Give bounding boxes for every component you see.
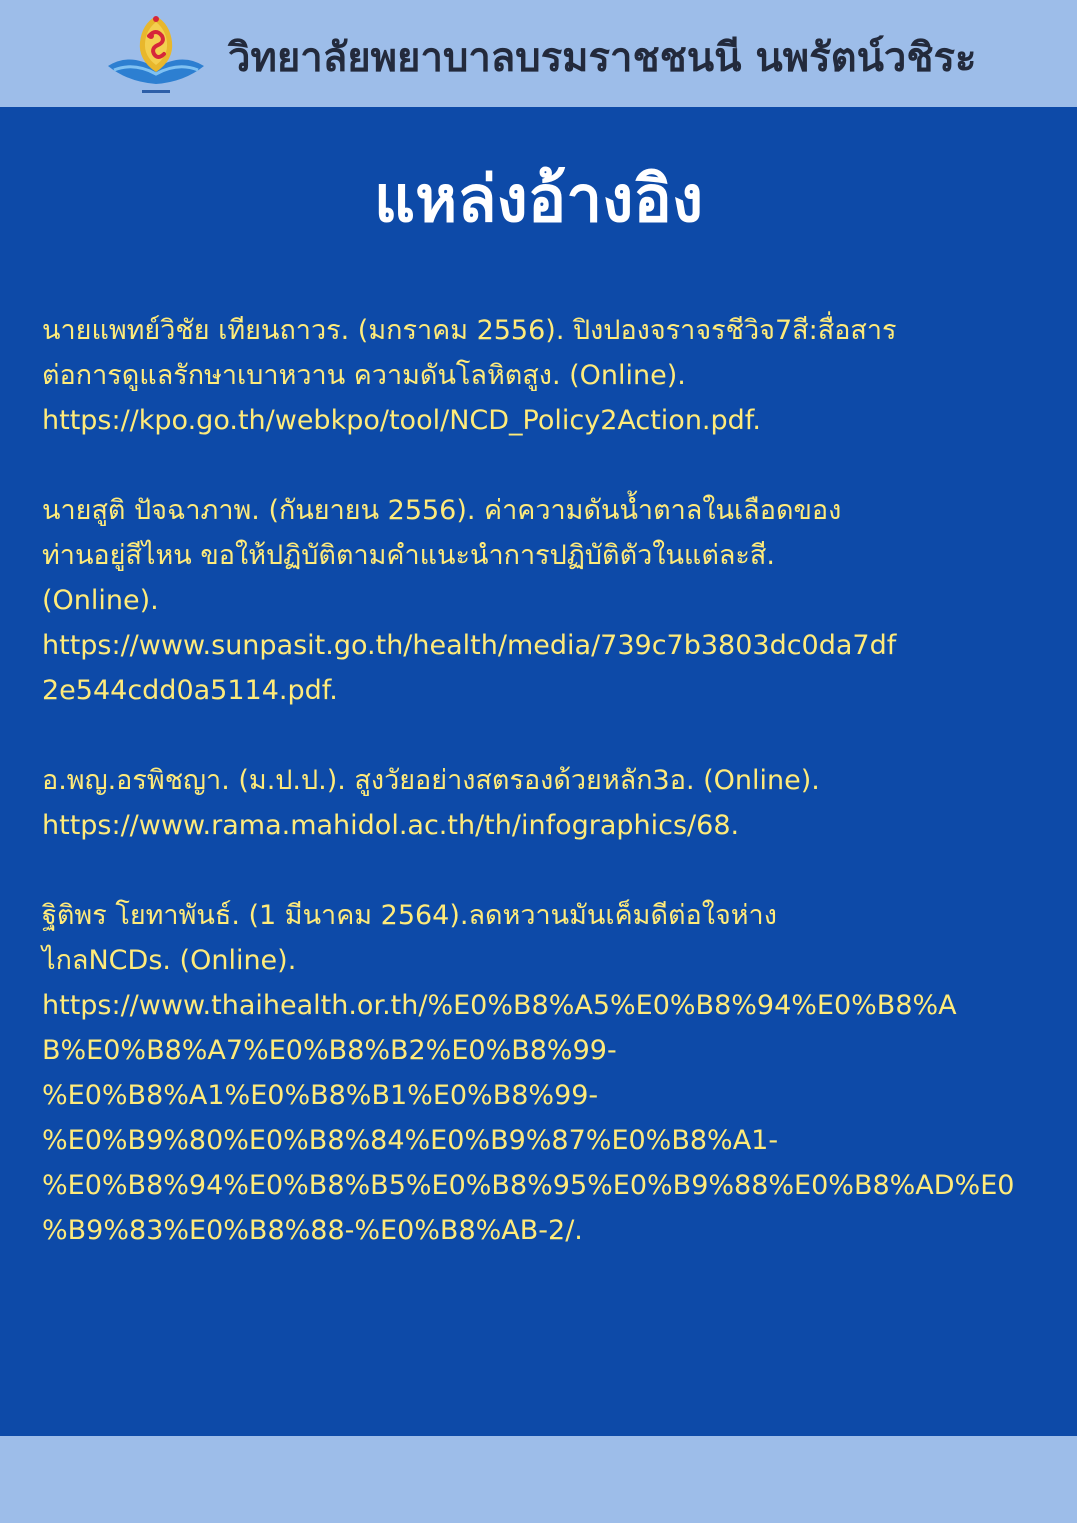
- reference-url[interactable]: https://www.sunpasit.go.th/health/media/…: [42, 623, 1037, 668]
- reference-item: นายสูติ ปัจฉาภาพ. (กันยายน 2556). ค่าควา…: [42, 488, 1037, 713]
- college-emblem-icon: [104, 12, 208, 102]
- header-bar: วิทยาลัยพยาบาลบรมราชชนนี นพรัตน์วชิระ: [0, 0, 1077, 107]
- reference-line: นายแพทย์วิชัย เทียนถาวร. (มกราคม 2556). …: [42, 315, 897, 346]
- reference-url[interactable]: B%E0%B8%A7%E0%B8%B2%E0%B8%99-: [42, 1028, 1037, 1073]
- reference-url[interactable]: https://www.thaihealth.or.th/%E0%B8%A5%E…: [42, 983, 1037, 1028]
- reference-line: ต่อการดูแลรักษาเบาหวาน ความดันโลหิตสูง. …: [42, 360, 686, 391]
- reference-url[interactable]: 2e544cdd0a5114.pdf.: [42, 668, 1037, 713]
- reference-url[interactable]: %E0%B8%94%E0%B8%B5%E0%B8%95%E0%B9%88%E0%…: [42, 1163, 1037, 1208]
- reference-list: นายแพทย์วิชัย เทียนถาวร. (มกราคม 2556). …: [42, 308, 1037, 1298]
- reference-url[interactable]: https://kpo.go.th/webkpo/tool/NCD_Policy…: [42, 398, 1037, 443]
- reference-item: อ.พญ.อรพิชญา. (ม.ป.ป.). สูงวัยอย่างสตรอง…: [42, 758, 1037, 848]
- reference-line: อ.พญ.อรพิชญา. (ม.ป.ป.). สูงวัยอย่างสตรอง…: [42, 765, 820, 796]
- page-title: แหล่งอ้างอิง: [373, 163, 704, 237]
- reference-item: ฐิติพร โยทาพันธ์. (1 มีนาคม 2564).ลดหวาน…: [42, 893, 1037, 1253]
- college-name: วิทยาลัยพยาบาลบรมราชชนนี นพรัตน์วชิระ: [228, 35, 977, 81]
- reference-url[interactable]: %E0%B8%A1%E0%B8%B1%E0%B8%99-: [42, 1073, 1037, 1118]
- reference-url[interactable]: https://www.rama.mahidol.ac.th/th/infogr…: [42, 803, 1037, 848]
- reference-item: นายแพทย์วิชัย เทียนถาวร. (มกราคม 2556). …: [42, 308, 1037, 443]
- reference-line: (Online).: [42, 585, 159, 616]
- reference-line: นายสูติ ปัจฉาภาพ. (กันยายน 2556). ค่าควา…: [42, 495, 842, 526]
- reference-url[interactable]: %B9%83%E0%B8%88-%E0%B8%AB-2/.: [42, 1208, 1037, 1253]
- reference-url[interactable]: %E0%B9%80%E0%B8%84%E0%B9%87%E0%B8%A1-: [42, 1118, 1037, 1163]
- reference-line: ท่านอยู่สีไหน ขอให้ปฏิบัติตามคำแนะนำการป…: [42, 540, 775, 571]
- reference-line: ไกลNCDs. (Online).: [42, 945, 297, 976]
- reference-line: ฐิติพร โยทาพันธ์. (1 มีนาคม 2564).ลดหวาน…: [42, 900, 777, 931]
- footer-bar: [0, 1436, 1077, 1523]
